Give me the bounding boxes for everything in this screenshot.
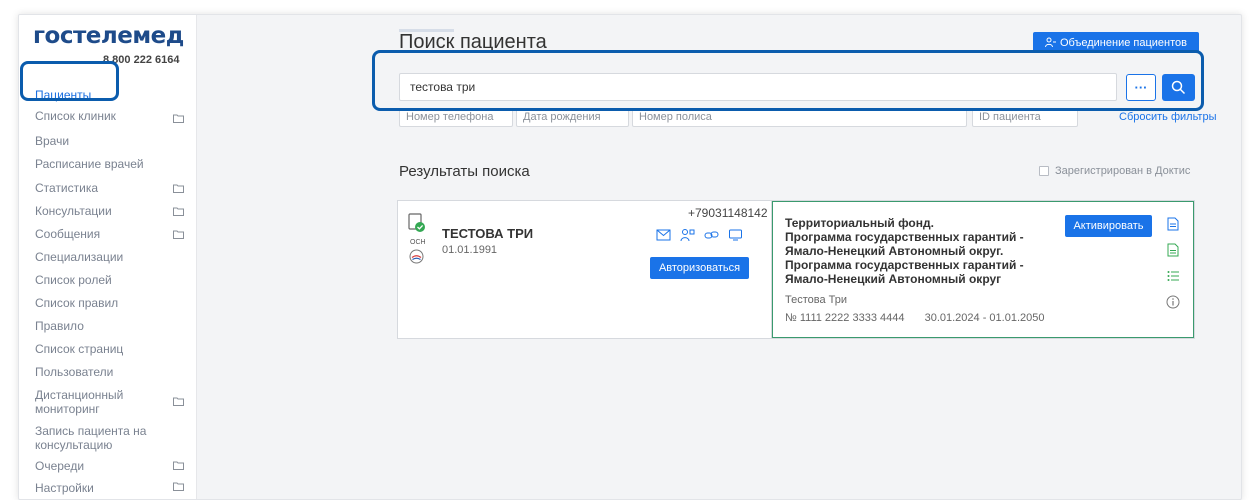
sidebar-item-rules[interactable]: Список правил (19, 292, 197, 315)
sidebar-item-label: Консультации (35, 204, 112, 218)
sidebar-item-patients[interactable]: Пациенты (19, 83, 197, 107)
sidebar-item-label: Список правил (35, 296, 119, 310)
folder-icon (173, 114, 184, 123)
doctis-label: Зарегистрирован в Доктис (1055, 165, 1191, 177)
app-window: гостелемед 8 800 222 6164 Пациенты Списо… (18, 14, 1242, 500)
dob-filter[interactable]: Дата рождения (516, 108, 629, 127)
email-icon[interactable] (654, 226, 673, 243)
merge-patients-button[interactable]: Объединение пациентов (1033, 32, 1199, 53)
folder-icon (173, 207, 184, 216)
fund-line: Программа государственных гарантий - (785, 258, 1024, 272)
fund-person: Тестова Три (785, 294, 848, 306)
search-input[interactable]: тестова три (399, 73, 1117, 101)
patient-result-card: ОСН ТЕСТОВА ТРИ 01.01.1991 +79031148142 … (397, 200, 1195, 339)
logo: гостелемед (33, 23, 184, 49)
main-content: Поиск пациента Объединение пациентов тес… (197, 15, 1241, 499)
sidebar-item-label: Запись пациента на консультацию (35, 424, 147, 452)
sidebar-item-label: Врачи (35, 134, 70, 148)
link-icon[interactable] (702, 226, 721, 243)
policy-period: 30.01.2024 - 01.01.2050 (924, 312, 1045, 324)
policy-info: Территориальный фонд. Программа государс… (771, 201, 1195, 338)
sidebar-item-queues[interactable]: Очереди (19, 455, 197, 477)
patient-phone: +79031148142 (688, 206, 768, 220)
user-merge-icon (1045, 37, 1056, 48)
search-icon (1171, 80, 1186, 95)
sidebar: гостелемед 8 800 222 6164 Пациенты Списо… (19, 15, 197, 499)
folder-icon (173, 482, 184, 491)
verified-doc-icon (408, 213, 425, 232)
results-title: Результаты поиска (399, 163, 530, 180)
sidebar-menu: Пациенты Список клиник Врачи Расписание … (19, 83, 197, 497)
patient-info: ОСН ТЕСТОВА ТРИ 01.01.1991 +79031148142 … (398, 201, 771, 338)
patient-name[interactable]: ТЕСТОВА ТРИ (442, 226, 533, 241)
policy-filter[interactable]: Номер полиса (632, 108, 967, 127)
search-button[interactable] (1162, 74, 1195, 101)
file-icon[interactable] (1165, 242, 1181, 258)
sidebar-item-specializations[interactable]: Специализации (19, 246, 197, 269)
sidebar-item-label: Очереди (35, 459, 85, 473)
patient-dob: 01.01.1991 (442, 244, 498, 256)
contact-icons (654, 226, 745, 243)
sidebar-item-label: Список клиник (35, 109, 116, 123)
insurance-logo-icon (409, 249, 424, 264)
sidebar-item-label: Статистика (35, 181, 99, 195)
folder-icon (173, 184, 184, 193)
merge-patients-label: Объединение пациентов (1060, 36, 1187, 49)
sidebar-item-label: Правило (35, 319, 84, 333)
policy-details: № 1111 2222 3333 4444 30.01.2024 - 01.01… (785, 312, 1044, 324)
phone-filter[interactable]: Номер телефона (399, 108, 513, 127)
policy-number: № 1111 2222 3333 4444 (785, 312, 905, 324)
sidebar-item-label: Список ролей (35, 273, 112, 287)
folder-icon (173, 397, 184, 406)
patient-badges (408, 213, 430, 240)
sidebar-item-rule[interactable]: Правило (19, 315, 197, 338)
sidebar-item-label: Расписание врачей (35, 157, 144, 171)
info-icon[interactable] (1165, 294, 1181, 310)
doctis-filter[interactable]: Зарегистрирован в Доктис (1039, 165, 1190, 177)
sidebar-item-doctors[interactable]: Врачи (19, 131, 197, 154)
sidebar-item-settings[interactable]: Настройки (19, 477, 197, 497)
policy-frame: Территориальный фонд. Программа государс… (772, 201, 1194, 338)
fund-line: Программа государственных гарантий - (785, 230, 1024, 244)
sidebar-item-appointment[interactable]: Запись пациента на консультацию (19, 420, 197, 455)
search-row: тестова три ··· (399, 73, 1197, 101)
insurance-badge: ОСН (410, 239, 426, 246)
sidebar-item-monitoring[interactable]: Дистанционный мониторинг (19, 384, 197, 420)
sidebar-item-users[interactable]: Пользователи (19, 361, 197, 384)
sidebar-item-clinics[interactable]: Список клиник (19, 107, 197, 131)
document-icon[interactable] (1165, 216, 1181, 232)
fund-line: Ямало-Ненецкий Автономный округ (785, 272, 1002, 286)
patient-id-filter[interactable]: ID пациента (972, 108, 1078, 127)
reset-filters-link[interactable]: Сбросить фильтры (1119, 111, 1217, 123)
folder-icon (173, 461, 184, 470)
sidebar-item-messages[interactable]: Сообщения (19, 223, 197, 246)
sidebar-item-label: Пациенты (35, 88, 92, 102)
folder-icon (173, 230, 184, 239)
more-options-button[interactable]: ··· (1126, 74, 1156, 101)
fund-description: Территориальный фонд. Программа государс… (785, 216, 1065, 286)
sidebar-item-label: Пользователи (35, 365, 114, 379)
page-title: Поиск пациента (399, 31, 547, 53)
authorize-button[interactable]: Авторизоваться (650, 257, 749, 279)
sidebar-item-schedule[interactable]: Расписание врачей (19, 154, 197, 177)
fund-line: Территориальный фонд. (785, 216, 934, 230)
sidebar-item-statistics[interactable]: Статистика (19, 177, 197, 200)
activate-button[interactable]: Активировать (1065, 215, 1152, 237)
sidebar-item-roles[interactable]: Список ролей (19, 269, 197, 292)
sidebar-item-consultations[interactable]: Консультации (19, 200, 197, 223)
sidebar-item-label: Сообщения (35, 227, 101, 241)
list-icon[interactable] (1165, 268, 1181, 284)
sidebar-item-label: Список страниц (35, 342, 124, 356)
sidebar-item-label: Настройки (35, 481, 94, 495)
policy-actions (1165, 216, 1183, 320)
sidebar-item-label: Специализации (35, 250, 124, 264)
fund-line: Ямало-Ненецкий Автономный округ. (785, 244, 1004, 258)
monitor-icon[interactable] (726, 226, 745, 243)
support-phone: 8 800 222 6164 (103, 54, 180, 66)
sidebar-item-pages[interactable]: Список страниц (19, 338, 197, 361)
users-icon[interactable] (678, 226, 697, 243)
doctis-checkbox[interactable] (1039, 166, 1049, 176)
sidebar-item-label: Дистанционный мониторинг (35, 388, 124, 416)
